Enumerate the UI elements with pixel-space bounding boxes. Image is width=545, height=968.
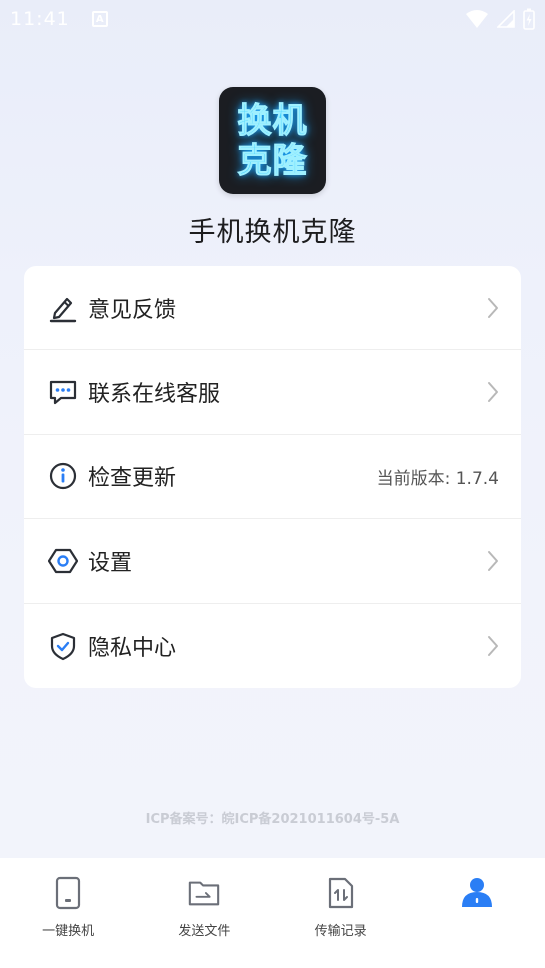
chevron-right-icon	[488, 382, 498, 403]
tab-send-file[interactable]: 发送文件	[136, 858, 272, 968]
folder-send-icon	[187, 876, 221, 910]
settings-hex-icon	[48, 546, 78, 576]
bottom-tab-bar: 一键换机 发送文件 传输记录	[0, 858, 545, 968]
menu-item-settings[interactable]: 设置	[24, 519, 521, 604]
settings-menu: 意见反馈 联系在线客服 检查更新 当前版本: 1.7.4 设置 隐私中心	[24, 266, 521, 688]
status-time: 11:41	[10, 8, 70, 30]
menu-label-privacy: 隐私中心	[88, 635, 177, 661]
tab-label: 发送文件	[178, 924, 231, 939]
menu-label-check-update: 检查更新	[88, 466, 177, 492]
chevron-right-icon	[488, 635, 498, 656]
tab-one-click-switch[interactable]: 一键换机	[0, 858, 136, 968]
chevron-right-icon	[488, 550, 498, 571]
wifi-icon	[466, 10, 488, 28]
icp-record: ICP备案号：皖ICP备2021011604号-5A	[145, 812, 400, 827]
battery-charging-icon	[523, 8, 535, 30]
version-text: 当前版本: 1.7.4	[376, 468, 499, 489]
app-logo: 换机 克隆	[219, 87, 326, 194]
menu-label-customer-service: 联系在线客服	[88, 382, 221, 408]
signal-icon	[497, 10, 515, 28]
user-icon	[460, 876, 494, 910]
phone-icon	[51, 876, 85, 910]
chevron-right-icon	[488, 297, 498, 318]
menu-item-privacy[interactable]: 隐私中心	[24, 604, 521, 688]
info-icon	[48, 461, 78, 491]
tab-my-profile[interactable]	[409, 858, 545, 968]
menu-label-settings: 设置	[88, 550, 133, 576]
menu-label-feedback: 意见反馈	[88, 297, 177, 323]
menu-item-check-update[interactable]: 检查更新 当前版本: 1.7.4	[24, 435, 521, 520]
chat-icon	[48, 377, 78, 407]
status-bar: 11:41 A	[0, 0, 545, 38]
transfer-record-icon	[324, 876, 358, 910]
tab-label: 传输记录	[314, 924, 367, 939]
menu-item-customer-service[interactable]: 联系在线客服	[24, 350, 521, 435]
logo-line-1: 换机	[237, 100, 308, 141]
edit-pen-icon	[48, 293, 78, 323]
tab-transfer-record[interactable]: 传输记录	[273, 858, 409, 968]
app-name: 手机换机克隆	[188, 217, 357, 248]
status-icons	[465, 8, 535, 30]
a-icon: A	[91, 11, 108, 27]
menu-item-feedback[interactable]: 意见反馈	[24, 266, 521, 351]
tab-label: 一键换机	[42, 924, 95, 939]
logo-line-2: 克隆	[237, 140, 308, 181]
shield-check-icon	[48, 631, 78, 661]
